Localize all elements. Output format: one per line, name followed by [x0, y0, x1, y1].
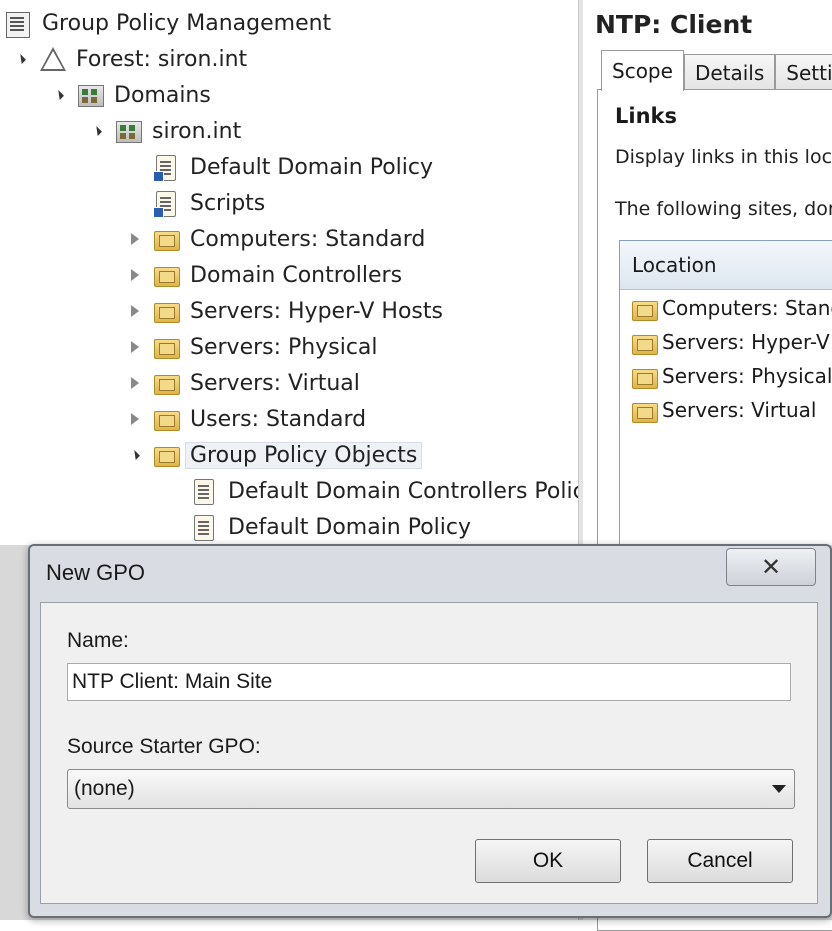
tab-details[interactable]: Details: [683, 54, 776, 91]
domains-icon: [76, 81, 104, 109]
table-row[interactable]: Servers: Virtual: [630, 393, 816, 427]
tree-root-group-policy-management[interactable]: Group Policy Management: [4, 6, 331, 40]
tree-item-label: Servers: Virtual: [190, 370, 360, 396]
ou-folder-icon: [152, 333, 180, 361]
forest-icon: [38, 45, 66, 73]
ou-folder-icon: [630, 397, 658, 423]
collapsed-arrow-icon[interactable]: [128, 304, 142, 318]
tree-item-computers-standard[interactable]: Computers: Standard: [128, 222, 425, 256]
table-row[interactable]: Computers: Standa: [630, 291, 832, 325]
table-cell-location: Servers: Hyper-V H: [662, 330, 832, 354]
new-gpo-dialog: New GPO ✕ Name: NTP Client: Main Site So…: [28, 544, 832, 918]
chevron-down-icon[interactable]: [772, 785, 786, 793]
tree-item-gpo[interactable]: Default Domain Controllers Polic: [190, 474, 579, 508]
tree-item-label: Scripts: [190, 190, 266, 216]
tree-item-domain-controllers[interactable]: Domain Controllers: [128, 258, 402, 292]
tab-settings[interactable]: Settin: [775, 54, 832, 91]
close-icon: ✕: [760, 553, 782, 581]
links-table: Location Computers: Standa Servers: Hype…: [619, 240, 832, 562]
tab-scope[interactable]: Scope: [601, 50, 684, 91]
table-cell-location: Computers: Standa: [662, 296, 832, 320]
links-heading: Links: [615, 104, 677, 128]
gpo-title: NTP: Client: [595, 10, 753, 39]
tree-item-domains[interactable]: Domains: [52, 78, 211, 112]
source-starter-gpo-select[interactable]: (none): [67, 769, 795, 809]
tree-item-domain[interactable]: siron.int: [90, 114, 241, 148]
column-header-location[interactable]: Location: [620, 241, 832, 290]
close-button[interactable]: ✕: [726, 548, 816, 586]
tree-item-gpo[interactable]: Default Domain Policy: [190, 510, 471, 544]
display-links-label: Display links in this loca: [615, 146, 832, 168]
name-input[interactable]: NTP Client: Main Site: [67, 663, 791, 701]
tree-item-label: Default Domain Policy: [228, 514, 472, 540]
tree-item-group-policy-objects[interactable]: Group Policy Objects: [128, 438, 423, 472]
tree-item-servers-physical[interactable]: Servers: Physical: [128, 330, 378, 364]
table-cell-location: Servers: Physical: [662, 364, 832, 388]
expanded-arrow-icon[interactable]: [52, 88, 66, 102]
ou-folder-icon: [152, 225, 180, 253]
group-policy-management-icon: [4, 9, 32, 38]
table-cell-location: Servers: Virtual: [662, 398, 817, 422]
ou-folder-icon: [630, 295, 658, 321]
domain-icon: [114, 117, 142, 145]
gpo-link-icon: [152, 153, 180, 182]
collapsed-arrow-icon[interactable]: [128, 340, 142, 354]
ok-button[interactable]: OK: [475, 839, 621, 883]
dialog-body: Name: NTP Client: Main Site Source Start…: [40, 602, 818, 904]
tree-item-default-domain-policy-link[interactable]: Default Domain Policy: [152, 150, 433, 184]
gpo-icon: [190, 477, 218, 505]
following-sites-text: The following sites, dom: [615, 198, 832, 220]
expanded-arrow-icon[interactable]: [14, 52, 28, 66]
source-starter-gpo-label: Source Starter GPO:: [67, 735, 261, 758]
tree-item-label: Computers: Standard: [190, 226, 426, 252]
expanded-arrow-icon[interactable]: [128, 448, 142, 462]
expanded-arrow-icon[interactable]: [90, 124, 104, 138]
table-row[interactable]: Servers: Physical: [630, 359, 832, 393]
tree-root-label: Group Policy Management: [42, 10, 332, 36]
tree-item-label: Domain Controllers: [190, 262, 403, 288]
table-row[interactable]: Servers: Hyper-V H: [630, 325, 832, 359]
ou-folder-icon: [630, 363, 658, 389]
domains-label: Domains: [114, 82, 211, 108]
tree-item-label: Group Policy Objects: [185, 441, 423, 469]
tree-item-users-standard[interactable]: Users: Standard: [128, 402, 366, 436]
ou-folder-icon: [152, 405, 180, 433]
tree-item-label: Servers: Hyper-V Hosts: [190, 298, 443, 324]
tree-item-forest[interactable]: Forest: siron.int: [14, 42, 247, 76]
selected-value: (none): [74, 777, 135, 800]
forest-label: Forest: siron.int: [76, 46, 248, 72]
collapsed-arrow-icon[interactable]: [128, 376, 142, 390]
collapsed-arrow-icon[interactable]: [128, 412, 142, 426]
name-label: Name:: [67, 629, 129, 652]
dialog-title: New GPO: [46, 560, 146, 585]
ou-folder-icon: [152, 369, 180, 397]
tab-strip: Scope Details Settin: [601, 50, 832, 91]
cancel-button[interactable]: Cancel: [647, 839, 793, 883]
gpo-icon: [190, 513, 218, 541]
ou-folder-icon: [152, 297, 180, 325]
tree-item-label: Users: Standard: [190, 406, 367, 432]
tree-item-servers-hyperv[interactable]: Servers: Hyper-V Hosts: [128, 294, 443, 328]
tree-item-label: Default Domain Policy: [190, 154, 434, 180]
gpo-container-icon: [152, 441, 180, 469]
domain-label: siron.int: [152, 118, 242, 144]
collapsed-arrow-icon[interactable]: [128, 232, 142, 246]
collapsed-arrow-icon[interactable]: [128, 268, 142, 282]
tree-item-servers-virtual[interactable]: Servers: Virtual: [128, 366, 360, 400]
tree-item-scripts-link[interactable]: Scripts: [152, 186, 265, 220]
tree-item-label: Default Domain Controllers Polic: [228, 478, 579, 504]
ou-folder-icon: [152, 261, 180, 289]
gpo-link-icon: [152, 189, 180, 218]
ou-folder-icon: [630, 329, 658, 355]
tree-item-label: Servers: Physical: [190, 334, 378, 360]
